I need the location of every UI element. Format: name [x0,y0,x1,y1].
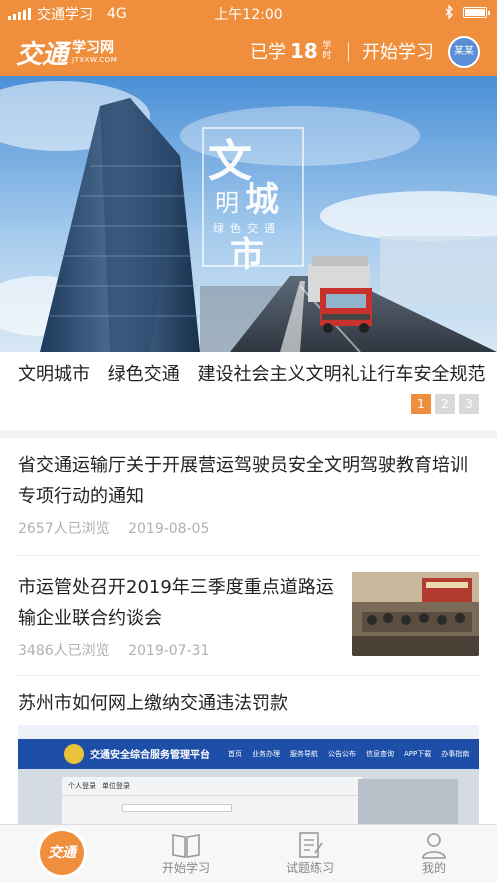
preview-nav-item: 公告公布 [328,750,356,758]
preview-site-title: 交通安全综合服务管理平台 [90,750,210,761]
emblem-icon [64,744,84,764]
header-divider [348,42,349,62]
home-logo-icon[interactable]: 交通 [40,831,84,875]
news-date: 2019-08-05 [128,521,210,537]
app-logo: 交通 学习网 JTXXW.COM [16,34,117,71]
bluetooth-icon [445,5,453,19]
banner-caption-card: 文明城市 绿色交通 建设社会主义文明礼让行车安全规范 1 2 3 [0,352,497,430]
svg-text:绿色交通: 绿色交通 [213,221,281,235]
news-list: 省交通运输厅关于开展营运驾驶员安全文明驾驶教育培训专项行动的通知 2657人已浏… [0,438,497,824]
news-preview-image[interactable]: 交通安全综合服务管理平台 首页 业务办理 服务导航 公告公布 信息查询 APP下… [18,725,479,824]
battery-icon [463,6,490,18]
banner-image[interactable]: 文 明 城 绿色交通 市 [0,76,497,352]
tab-label: 试题练习 [285,861,334,875]
banner-page-1[interactable]: 1 [411,394,431,414]
news-thumbnail[interactable] [352,572,479,656]
svg-text:明: 明 [215,189,239,217]
exam-paper-icon [299,832,323,858]
preview-nav-item: 首页 [228,750,242,758]
preview-nav-item: APP下载 [404,750,432,758]
start-learning-button[interactable]: 开始学习 [362,38,434,64]
banner-caption[interactable]: 文明城市 绿色交通 建设社会主义文明礼让行车安全规范 [18,360,488,390]
preview-tab: 个人登录 [68,782,96,790]
svg-text:市: 市 [230,235,264,275]
status-time: 上午12:00 [214,7,283,23]
tab-label: 开始学习 [161,861,210,875]
status-bar: 交通学习 4G 上午12:00 [0,0,497,26]
logo-name: 学习网 [72,40,115,56]
banner-page-2[interactable]: 2 [435,394,455,414]
news-title[interactable]: 苏州市如何网上缴纳交通违法罚款 [18,688,479,719]
svg-text:城: 城 [245,180,279,220]
logo-domain: JTXXW.COM [72,56,118,64]
user-avatar[interactable]: 某某 [448,36,480,68]
tab-practice[interactable]: 试题练习 [248,825,372,883]
preview-tab: 单位登录 [102,782,130,790]
preview-nav-item: 办事指南 [441,750,470,758]
bottom-tab-bar: 交通 开始学习 试题练习 我的 [0,824,497,883]
preview-nav-item: 信息查询 [366,750,394,758]
news-date: 2019-07-31 [128,643,210,659]
banner-pager: 1 2 3 [411,394,479,414]
tab-label: 我的 [421,861,446,875]
news-title[interactable]: 省交通运输厅关于开展营运驾驶员安全文明驾驶教育培训专项行动的通知 [18,450,479,512]
news-item[interactable]: 市运管处召开2019年三季度重点道路运输企业联合约谈会 3486人已浏览 201… [18,572,479,676]
learned-prefix: 已学 [250,42,286,63]
app-header: 交通 学习网 JTXXW.COM 已学 18 学时 开始学习 某某 [0,26,497,76]
preview-nav-item: 业务办理 [252,750,280,758]
tab-home[interactable]: 交通 [0,825,124,883]
preview-nav-item: 服务导航 [290,750,318,758]
tab-mine[interactable]: 我的 [372,825,496,883]
news-meta: 2657人已浏览 2019-08-05 [18,518,479,538]
news-title[interactable]: 市运管处召开2019年三季度重点道路运输企业联合约谈会 [18,572,338,634]
learned-unit: 学时 [322,41,332,61]
banner-page-3[interactable]: 3 [459,394,479,414]
news-views: 2657人已浏览 [18,521,110,537]
news-views: 3486人已浏览 [18,643,110,659]
news-item[interactable]: 苏州市如何网上缴纳交通违法罚款 交通安全综合服务管理平台 首页 业务办理 服务导… [18,688,479,824]
learned-hours: 已学 18 学时 [250,38,332,64]
book-icon [172,834,200,858]
news-item[interactable]: 省交通运输厅关于开展营运驾驶员安全文明驾驶教育培训专项行动的通知 2657人已浏… [18,450,479,556]
logo-mark: 交通 [16,40,69,70]
user-icon [422,833,446,859]
tab-start-learning[interactable]: 开始学习 [124,825,248,883]
learned-count: 18 [290,39,318,63]
